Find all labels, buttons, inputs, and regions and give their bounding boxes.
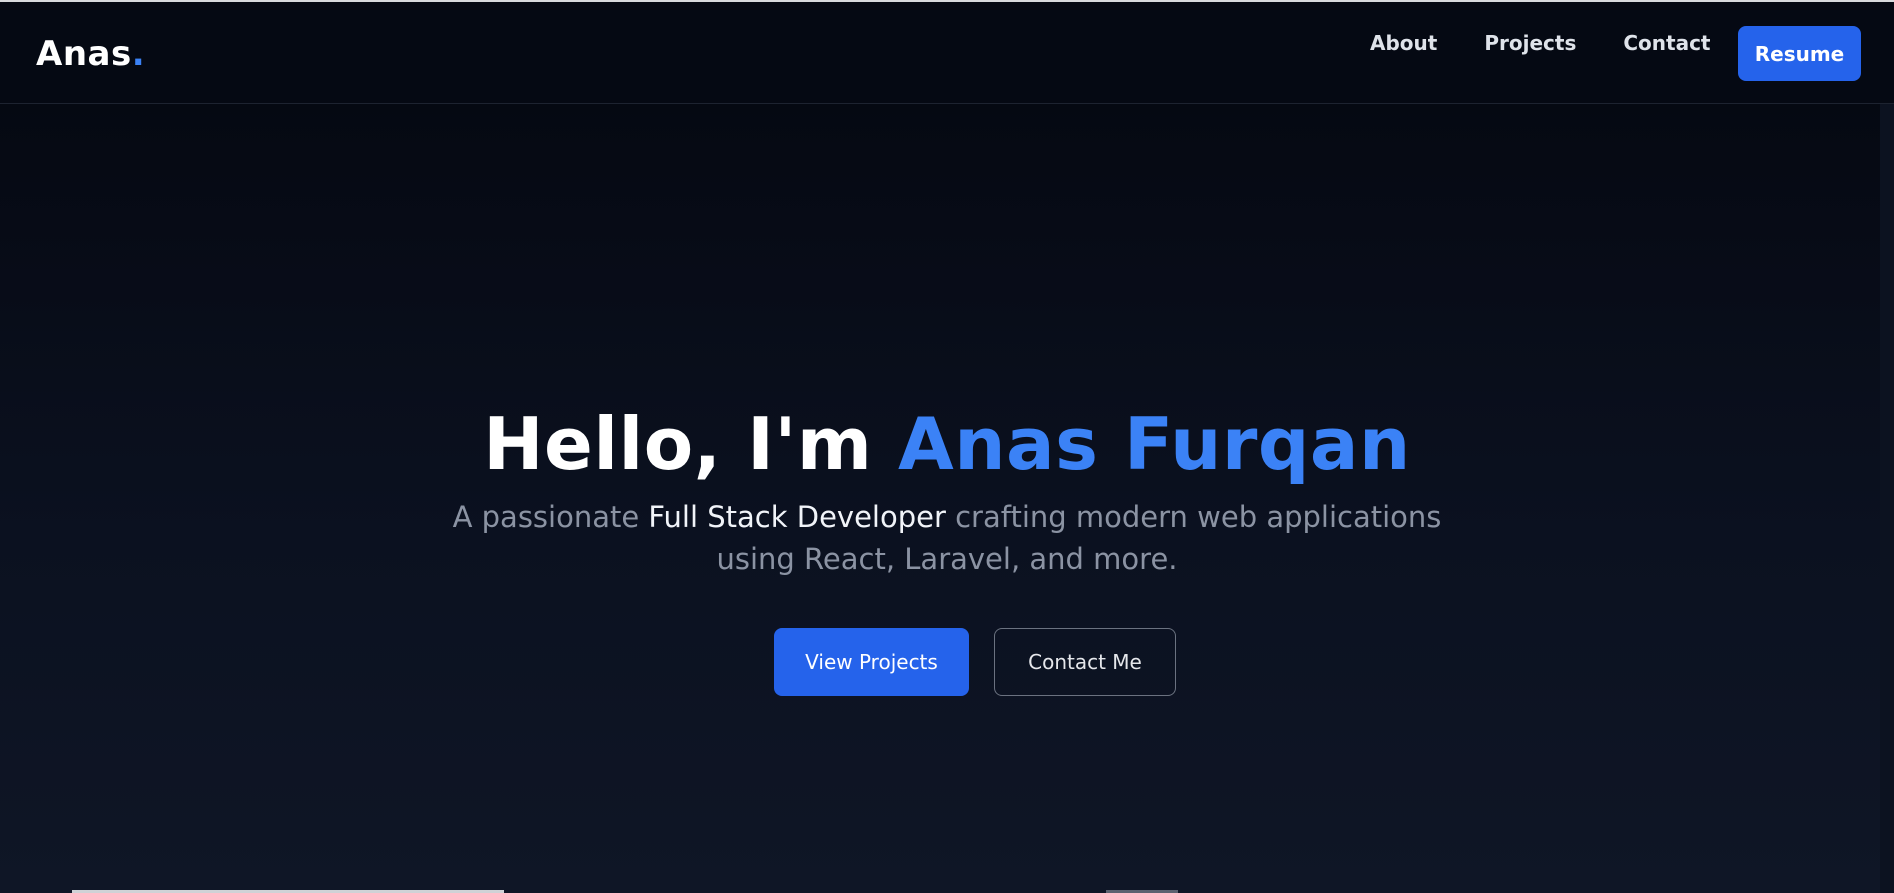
hero-subtitle-prefix: A passionate xyxy=(452,500,649,534)
hero-actions: View Projects Contact Me xyxy=(0,628,1894,696)
resume-button[interactable]: Resume xyxy=(1738,26,1861,81)
hero-subtitle-highlight: Full Stack Developer xyxy=(648,500,946,534)
hero-name: Anas Furqan xyxy=(898,402,1411,486)
view-projects-button[interactable]: View Projects xyxy=(774,628,969,696)
nav-links: About Projects Contact xyxy=(1370,28,1758,58)
nav-link-projects[interactable]: Projects xyxy=(1484,28,1576,58)
portfolio-page: Anas. About Projects Contact Resume Hell… xyxy=(0,0,1894,893)
nav-link-about[interactable]: About xyxy=(1370,28,1437,58)
logo-text: Anas xyxy=(36,34,132,74)
hero-title: Hello, I'm Anas Furqan xyxy=(0,400,1894,488)
hero-subtitle: A passionate Full Stack Developer crafti… xyxy=(447,496,1447,580)
page-scrollbar[interactable] xyxy=(1880,104,1894,893)
logo-dot: . xyxy=(131,34,146,74)
hero-greeting: Hello, I'm xyxy=(483,402,899,486)
contact-me-button[interactable]: Contact Me xyxy=(994,628,1176,696)
site-logo[interactable]: Anas. xyxy=(36,32,145,76)
hero-section: Hello, I'm Anas Furqan A passionate Full… xyxy=(0,400,1894,580)
top-navbar: Anas. About Projects Contact Resume xyxy=(0,2,1894,104)
nav-link-contact[interactable]: Contact xyxy=(1623,28,1710,58)
